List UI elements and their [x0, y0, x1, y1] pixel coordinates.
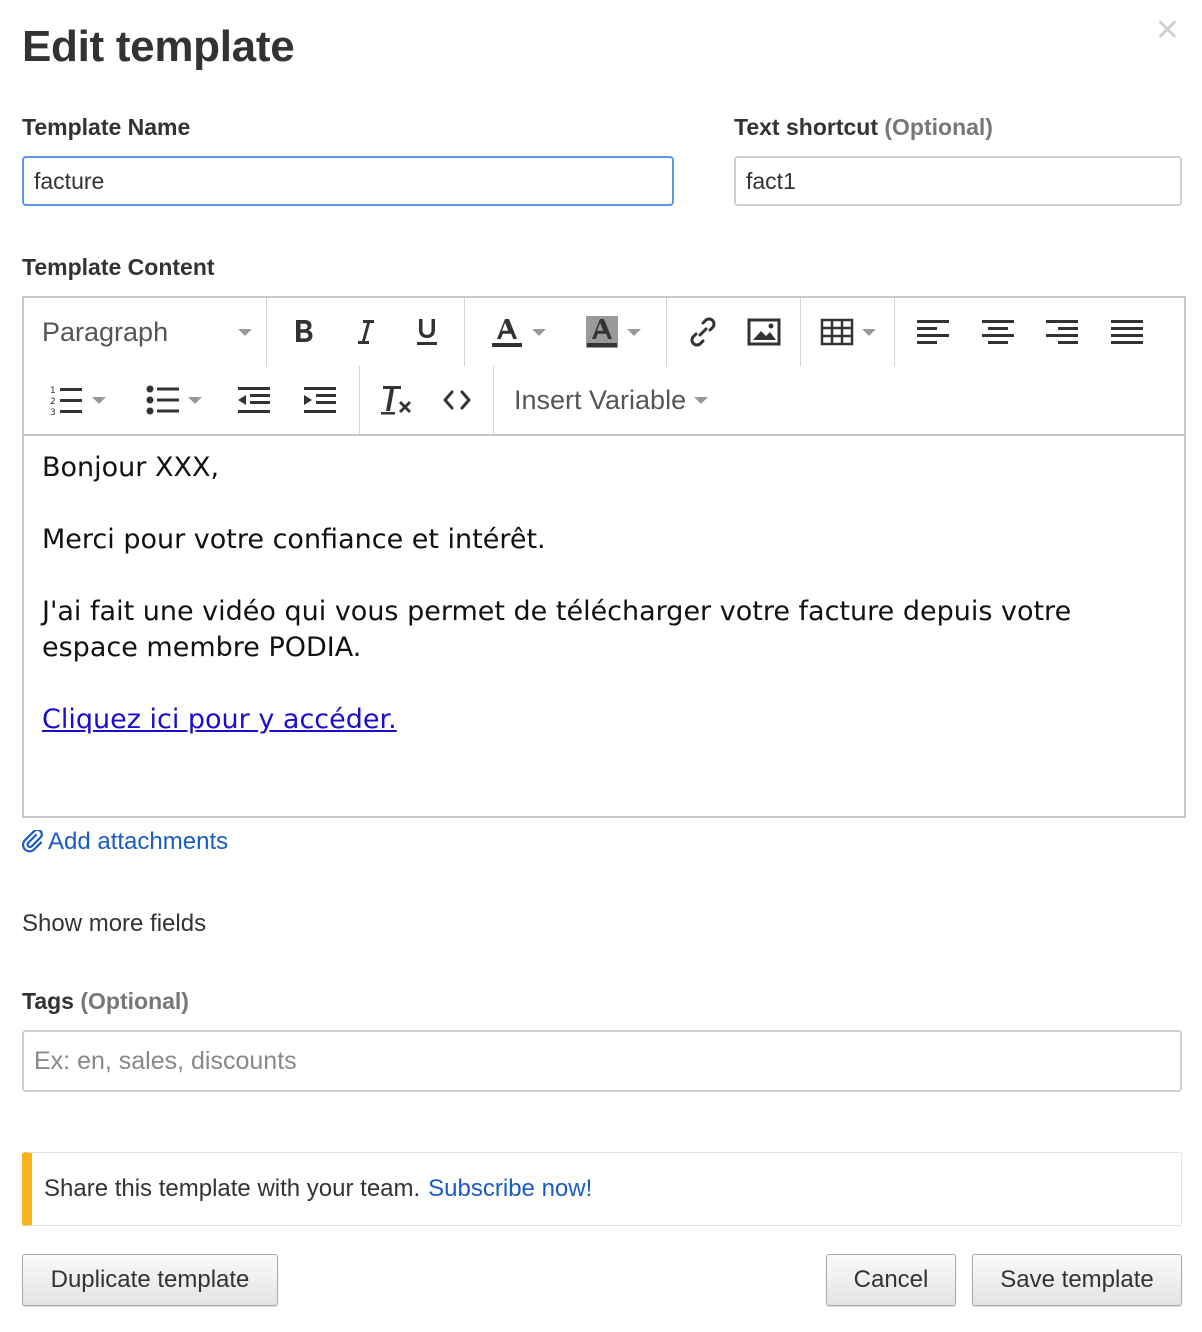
- duplicate-template-button[interactable]: Duplicate template: [22, 1254, 278, 1306]
- source-code-icon[interactable]: [432, 375, 482, 425]
- tags-input[interactable]: [22, 1030, 1182, 1092]
- svg-text:1: 1: [50, 386, 56, 396]
- toolbar-group-table: [801, 298, 895, 366]
- save-template-button[interactable]: Save template: [972, 1254, 1182, 1306]
- toolbar-group-lists: 123: [24, 366, 360, 434]
- show-more-fields-link[interactable]: Show more fields: [22, 910, 206, 938]
- text-shortcut-label-text: Text shortcut: [734, 114, 878, 140]
- toolbar-group-variable: Insert Variable: [494, 366, 714, 434]
- italic-icon[interactable]: [340, 307, 390, 357]
- align-left-icon[interactable]: [908, 307, 958, 357]
- table-button[interactable]: [813, 307, 883, 357]
- share-banner-text: Share this template with your team.: [44, 1175, 421, 1202]
- paragraph-select[interactable]: Paragraph: [30, 307, 266, 357]
- editor-line: J'ai fait une vidéo qui vous permet de t…: [42, 596, 1072, 663]
- editor-content[interactable]: Bonjour XXX, Merci pour votre confiance …: [24, 436, 1184, 788]
- cancel-button[interactable]: Cancel: [826, 1254, 956, 1306]
- toolbar-group-color: [465, 298, 667, 366]
- add-attachments-label: Add attachments: [48, 828, 229, 855]
- chevron-down-icon: [861, 328, 876, 336]
- editor-line: Merci pour votre confiance et intérêt.: [42, 524, 546, 555]
- template-name-input[interactable]: [22, 156, 674, 206]
- chevron-down-icon: [694, 396, 709, 404]
- chevron-down-icon: [238, 328, 252, 336]
- numbered-list-icon: 123: [50, 383, 84, 417]
- add-attachments-link[interactable]: Add attachments: [22, 828, 228, 856]
- editor-link[interactable]: Cliquez ici pour y accéder.: [42, 704, 397, 735]
- indent-icon[interactable]: [295, 375, 345, 425]
- tags-optional: (Optional): [80, 988, 189, 1014]
- text-color-icon: [490, 315, 524, 349]
- align-justify-icon[interactable]: [1102, 307, 1152, 357]
- background-color-button[interactable]: [573, 307, 653, 357]
- paragraph-select-label: Paragraph: [42, 316, 169, 347]
- template-name-label: Template Name: [22, 114, 190, 141]
- clear-formatting-icon[interactable]: [371, 375, 421, 425]
- text-color-button[interactable]: [478, 307, 558, 357]
- text-shortcut-label: Text shortcut (Optional): [734, 114, 993, 141]
- text-shortcut-input[interactable]: [734, 156, 1182, 206]
- bold-icon[interactable]: [279, 307, 329, 357]
- template-name-label-text: Template Name: [22, 114, 191, 140]
- paperclip-icon: [22, 830, 44, 854]
- close-icon[interactable]: ✕: [1155, 16, 1180, 46]
- numbered-list-button[interactable]: 123: [38, 375, 118, 425]
- chevron-down-icon: [187, 396, 202, 404]
- table-icon: [820, 317, 854, 347]
- bullet-list-button[interactable]: [134, 375, 214, 425]
- dialog-title: Edit template: [22, 22, 295, 71]
- toolbar-group-style: [267, 298, 465, 366]
- svg-text:3: 3: [50, 408, 56, 417]
- toolbar-row-2: 123 Insert Variable: [24, 366, 714, 434]
- share-banner: Share this template with your team. Subs…: [22, 1152, 1182, 1226]
- image-icon[interactable]: [739, 307, 789, 357]
- template-content-label: Template Content: [22, 254, 215, 280]
- subscribe-now-link[interactable]: Subscribe now!: [428, 1175, 592, 1203]
- text-shortcut-optional: (Optional): [884, 114, 993, 140]
- chevron-down-icon: [532, 328, 547, 336]
- toolbar-row-1: Paragraph: [24, 298, 1165, 366]
- editor-toolbar: Paragraph 1 2 3 Insert Variable: [24, 298, 1184, 436]
- toolbar-group-tools: [360, 366, 494, 434]
- insert-variable-label: Insert Variable: [514, 384, 687, 415]
- insert-variable-select[interactable]: Insert Variable: [500, 375, 709, 425]
- chevron-down-icon: [91, 396, 106, 404]
- svg-text:2: 2: [50, 397, 56, 407]
- editor-link-paragraph: Cliquez ici pour y accéder.: [42, 702, 1166, 738]
- background-color-icon: [585, 315, 619, 349]
- align-right-icon[interactable]: [1037, 307, 1087, 357]
- toolbar-group-align: [895, 298, 1165, 366]
- align-center-icon[interactable]: [973, 307, 1023, 357]
- outdent-icon[interactable]: [229, 375, 279, 425]
- editor-line: Bonjour XXX,: [42, 452, 220, 483]
- chevron-down-icon: [626, 328, 641, 336]
- bullet-list-icon: [146, 383, 180, 417]
- toolbar-group-format: Paragraph: [24, 298, 267, 366]
- rich-text-editor: Paragraph 1 2 3 Insert Variable Bonjour …: [22, 296, 1186, 818]
- tags-label-text: Tags: [22, 988, 74, 1014]
- toolbar-group-insert: [667, 298, 801, 366]
- tags-label: Tags (Optional): [22, 988, 189, 1015]
- underline-icon[interactable]: [402, 307, 452, 357]
- link-icon[interactable]: [678, 307, 728, 357]
